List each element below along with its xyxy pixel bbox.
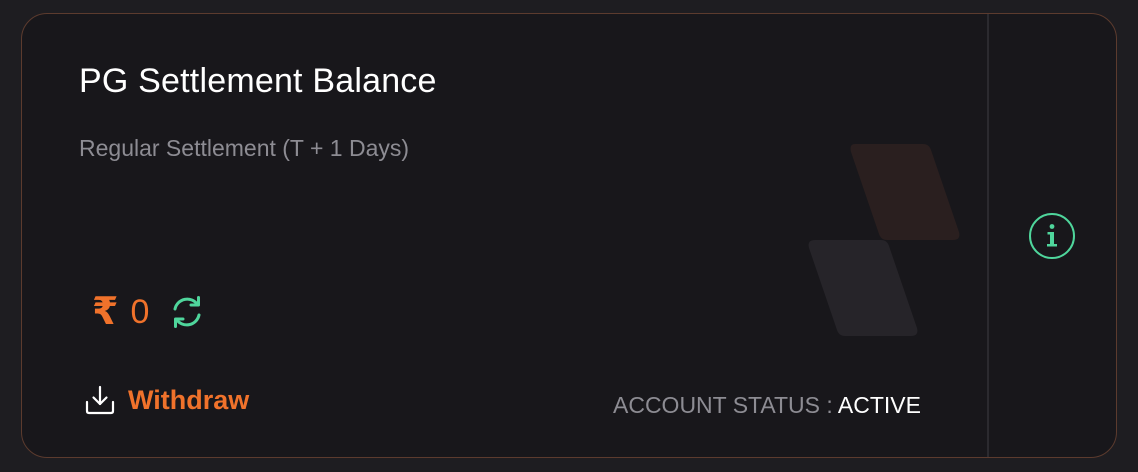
account-status-label: ACCOUNT STATUS :	[613, 392, 838, 418]
refresh-icon[interactable]	[169, 294, 205, 330]
withdraw-label: Withdraw	[128, 384, 250, 415]
balance-amount: 0	[130, 293, 150, 331]
card-title: PG Settlement Balance	[79, 62, 437, 100]
brand-watermark-icon	[808, 144, 960, 336]
vertical-divider	[987, 14, 989, 457]
card-subtitle: Regular Settlement (T + 1 Days)	[79, 135, 410, 161]
withdraw-button[interactable]: Withdraw	[84, 384, 249, 416]
rupee-symbol: ₹	[92, 291, 119, 333]
download-icon	[85, 385, 115, 415]
account-status: ACCOUNT STATUS : ACTIVE	[613, 392, 921, 419]
settlement-balance-card: PG Settlement Balance Regular Settlement…	[21, 13, 1117, 458]
info-icon[interactable]	[1028, 212, 1076, 260]
balance-display: ₹ 0	[92, 290, 205, 334]
account-status-value: ACTIVE	[837, 392, 921, 418]
